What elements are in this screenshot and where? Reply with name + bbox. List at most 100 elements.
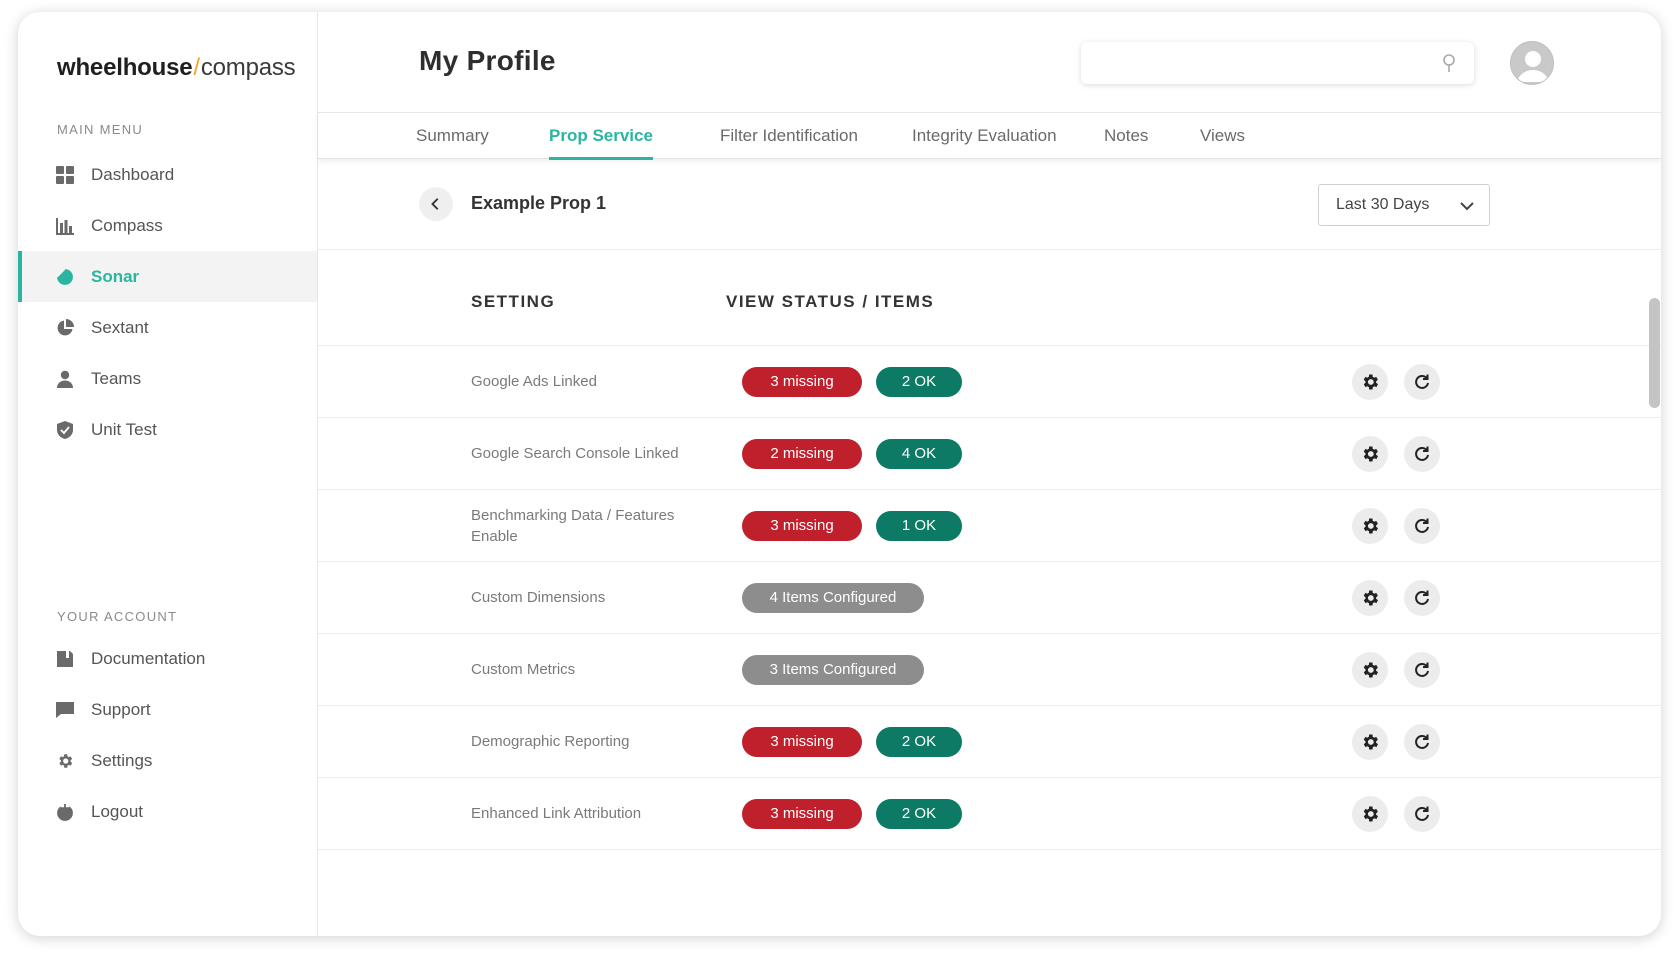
configured-badge[interactable]: 4 Items Configured (742, 582, 924, 613)
search-icon[interactable] (1438, 52, 1460, 74)
missing-badge[interactable]: 3 missing (742, 798, 862, 829)
app-window: wheelhouse/compass MAIN MENU Dashboard C… (18, 12, 1661, 936)
refresh-button[interactable] (1404, 651, 1440, 688)
sidebar-item-label: Logout (91, 801, 143, 821)
back-button[interactable] (419, 187, 453, 221)
settings-button[interactable] (1352, 651, 1388, 688)
tab-integrity-evaluation[interactable]: Integrity Evaluation (912, 113, 1057, 159)
sonar-icon (56, 268, 74, 286)
missing-badge[interactable]: 3 missing (742, 510, 862, 541)
ok-badge[interactable]: 1 OK (876, 510, 962, 541)
tab-views[interactable]: Views (1200, 113, 1245, 159)
sidebar-item-compass[interactable]: Compass (18, 200, 317, 251)
search-input[interactable] (1081, 42, 1474, 84)
sidebar-item-label: Unit Test (91, 419, 157, 439)
date-range-select[interactable]: Last 30 Days (1318, 184, 1490, 226)
configured-badge[interactable]: 3 Items Configured (742, 654, 924, 685)
sidebar-item-logout[interactable]: Logout (18, 786, 317, 837)
account-menu: Documentation Support Settings Logout (18, 633, 317, 837)
missing-badge[interactable]: 3 missing (742, 366, 862, 397)
status-pills: 3 missing 2 OK (742, 706, 962, 777)
gear-icon (1363, 518, 1378, 533)
refresh-button[interactable] (1404, 723, 1440, 760)
settings-button[interactable] (1352, 723, 1388, 760)
gear-icon (1363, 590, 1378, 605)
refresh-button[interactable] (1404, 435, 1440, 472)
ok-badge[interactable]: 4 OK (876, 438, 962, 469)
sidebar-item-label: Sonar (91, 266, 140, 286)
refresh-button[interactable] (1404, 363, 1440, 400)
settings-button[interactable] (1352, 363, 1388, 400)
sidebar-item-unit-test[interactable]: Unit Test (18, 404, 317, 455)
sidebar-item-label: Sextant (91, 317, 149, 337)
setting-name: Google Search Console Linked (471, 445, 679, 462)
refresh-button[interactable] (1404, 507, 1440, 544)
sidebar-item-label: Settings (91, 750, 153, 770)
book-icon (56, 650, 74, 668)
table-row: Google Ads Linked 3 missing 2 OK (318, 346, 1661, 418)
gear-icon (1363, 734, 1378, 749)
settings-button[interactable] (1352, 435, 1388, 472)
ok-badge[interactable]: 2 OK (876, 798, 962, 829)
refresh-icon (1415, 806, 1429, 821)
table-row: Google Search Console Linked 2 missing 4… (318, 418, 1661, 490)
sidebar-item-support[interactable]: Support (18, 684, 317, 735)
tab-prop-service[interactable]: Prop Service (549, 113, 653, 160)
ok-badge[interactable]: 2 OK (876, 726, 962, 757)
main-menu-label: MAIN MENU (57, 122, 144, 137)
refresh-icon (1415, 590, 1429, 605)
user-avatar-icon (1517, 51, 1549, 82)
brand-logo[interactable]: wheelhouse/compass (57, 54, 296, 82)
user-icon (56, 370, 74, 388)
tab-bar: Summary Prop Service Filter Identificati… (318, 112, 1661, 160)
refresh-button[interactable] (1404, 795, 1440, 832)
chevron-down-icon (1460, 202, 1474, 211)
power-icon (56, 803, 74, 821)
prop-title: Example Prop 1 (471, 193, 607, 213)
gear-icon (1363, 806, 1378, 821)
sidebar-item-settings[interactable]: Settings (18, 735, 317, 786)
tab-filter-identification[interactable]: Filter Identification (720, 113, 858, 159)
bar-chart-icon (56, 217, 74, 235)
scrollbar-thumb[interactable] (1649, 298, 1660, 408)
sidebar-item-dashboard[interactable]: Dashboard (18, 149, 317, 200)
refresh-button[interactable] (1404, 579, 1440, 616)
settings-button[interactable] (1352, 579, 1388, 616)
column-header-status: VIEW STATUS / ITEMS (726, 292, 935, 311)
your-account-label: YOUR ACCOUNT (57, 609, 178, 624)
setting-name: Benchmarking Data / Features Enable (471, 506, 675, 545)
settings-button[interactable] (1352, 507, 1388, 544)
ok-badge[interactable]: 2 OK (876, 366, 962, 397)
sidebar-item-sonar[interactable]: Sonar (18, 251, 317, 302)
table-row: Demographic Reporting 3 missing 2 OK (318, 706, 1661, 778)
main-content: My Profile Summary Prop Service Filter I… (318, 12, 1661, 936)
prop-header: Example Prop 1 Last 30 Days (318, 160, 1661, 250)
sidebar-item-documentation[interactable]: Documentation (18, 633, 317, 684)
row-actions (1352, 490, 1440, 561)
setting-name: Custom Metrics (471, 661, 576, 678)
refresh-icon (1415, 446, 1429, 461)
date-range-value: Last 30 Days (1336, 196, 1430, 213)
gear-icon (1363, 662, 1378, 677)
settings-button[interactable] (1352, 795, 1388, 832)
row-actions (1352, 346, 1440, 417)
missing-badge[interactable]: 3 missing (742, 726, 862, 757)
refresh-icon (1415, 734, 1429, 749)
table-row: Custom Dimensions 4 Items Configured (318, 562, 1661, 634)
gear-icon (56, 752, 74, 770)
status-pills: 2 missing 4 OK (742, 418, 962, 489)
status-pills: 3 missing 1 OK (742, 490, 962, 561)
sidebar-item-sextant[interactable]: Sextant (18, 302, 317, 353)
missing-badge[interactable]: 2 missing (742, 438, 862, 469)
vertical-scrollbar[interactable] (1647, 160, 1661, 920)
tab-summary[interactable]: Summary (416, 113, 489, 159)
row-actions (1352, 706, 1440, 777)
status-pills: 4 Items Configured (742, 562, 924, 633)
sidebar-item-teams[interactable]: Teams (18, 353, 317, 404)
tab-notes[interactable]: Notes (1104, 113, 1148, 159)
pie-chart-icon (56, 318, 74, 337)
avatar[interactable] (1510, 41, 1554, 85)
search-box (1081, 42, 1474, 84)
row-actions (1352, 562, 1440, 633)
setting-name: Custom Dimensions (471, 589, 606, 606)
